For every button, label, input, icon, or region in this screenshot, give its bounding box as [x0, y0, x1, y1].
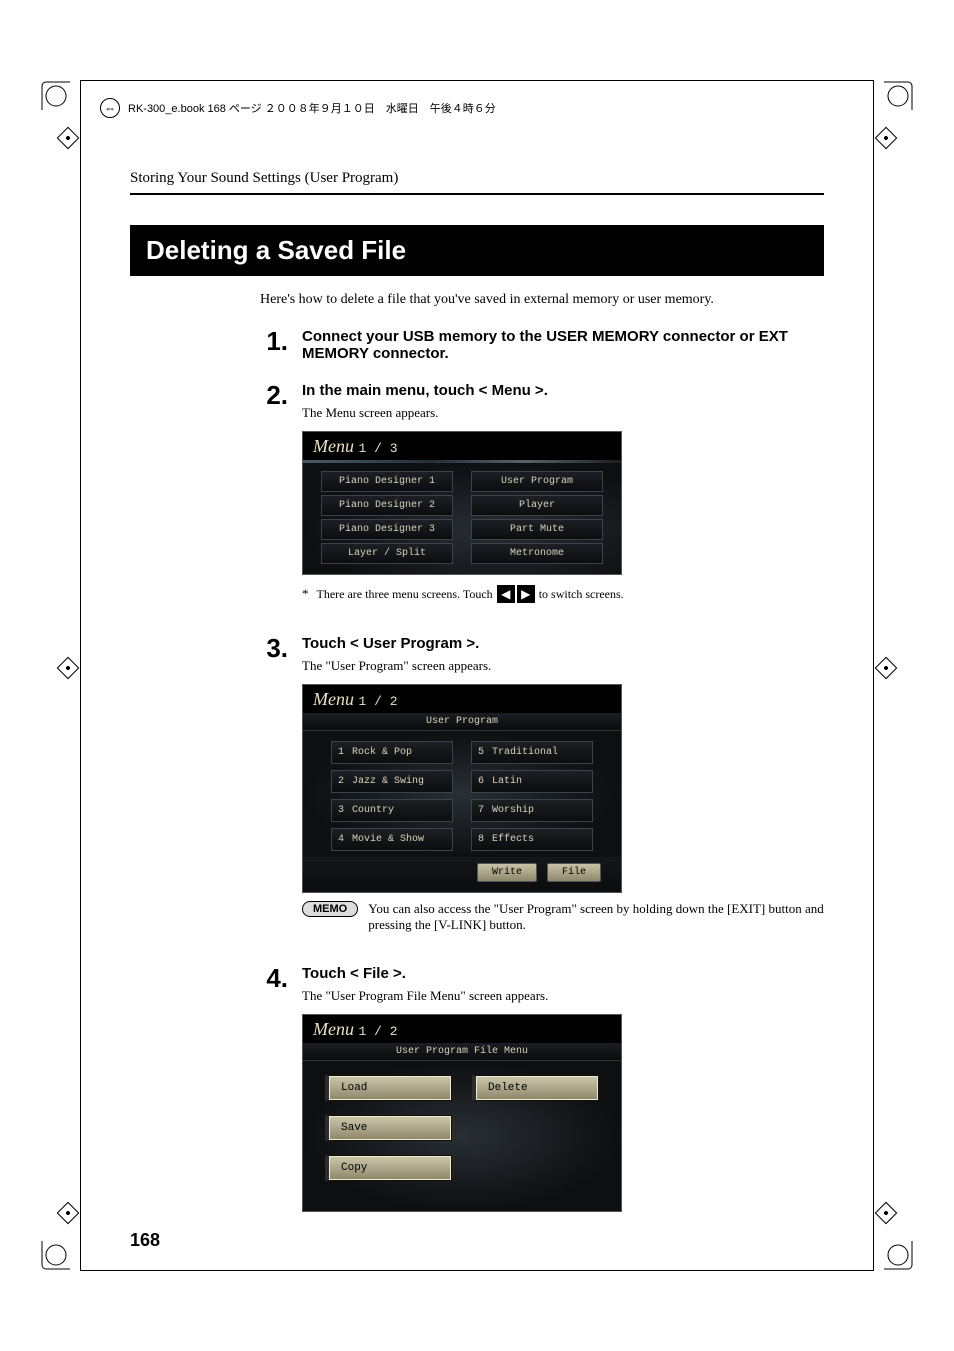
register-mark — [57, 657, 80, 680]
page-number: 168 — [130, 1230, 160, 1251]
step-4: 4. Touch < File >. The "User Program Fil… — [260, 965, 824, 1220]
user-program-header: User Program — [303, 713, 621, 731]
nav-left-icon[interactable]: ◀ — [497, 585, 515, 603]
asterisk: * — [302, 586, 309, 602]
register-mark — [875, 127, 898, 150]
memo-badge: MEMO — [302, 901, 358, 917]
user-program-file-menu-screenshot: Menu 1 / 2 User Program File Menu Load D… — [302, 1014, 622, 1212]
save-button[interactable]: Save — [325, 1115, 452, 1141]
crop-mark-tr — [884, 70, 924, 110]
step-number: 2. — [260, 382, 288, 621]
menu-item-piano-designer-3[interactable]: Piano Designer 3 — [321, 519, 453, 540]
user-program-slot-2[interactable]: 2Jazz & Swing — [331, 770, 453, 793]
memo-text: You can also access the "User Program" s… — [368, 901, 824, 933]
user-program-screenshot: Menu 1 / 2 User Program 1Rock & Pop 5Tra… — [302, 684, 622, 893]
breadcrumb-page: 1 / 2 — [358, 694, 397, 709]
crop-mark-bl — [30, 1241, 70, 1281]
menu-item-layer-split[interactable]: Layer / Split — [321, 543, 453, 564]
step-heading: Connect your USB memory to the USER MEMO… — [302, 328, 824, 362]
user-program-slot-6[interactable]: 6Latin — [471, 770, 593, 793]
menu-item-metronome[interactable]: Metronome — [471, 543, 603, 564]
running-head: Storing Your Sound Settings (User Progra… — [130, 170, 824, 187]
step-text: The "User Program" screen appears. — [302, 658, 824, 674]
breadcrumb-title: Menu — [313, 689, 354, 709]
nav-right-icon[interactable]: ▶ — [517, 585, 535, 603]
breadcrumb-title: Menu — [313, 1019, 354, 1039]
user-program-slot-5[interactable]: 5Traditional — [471, 741, 593, 764]
user-program-slot-7[interactable]: 7Worship — [471, 799, 593, 822]
section-title: Deleting a Saved File — [130, 225, 824, 276]
step-heading: In the main menu, touch < Menu >. — [302, 382, 824, 399]
step-number: 3. — [260, 635, 288, 951]
register-mark — [875, 657, 898, 680]
register-mark — [57, 1202, 80, 1225]
user-program-slot-4[interactable]: 4Movie & Show — [331, 828, 453, 851]
footnote-text-before: There are three menu screens. Touch — [317, 587, 496, 601]
menu-footnote: * There are three menu screens. Touch ◀▶… — [302, 585, 824, 603]
menu-item-piano-designer-1[interactable]: Piano Designer 1 — [321, 471, 453, 492]
menu-item-player[interactable]: Player — [471, 495, 603, 516]
menu-item-user-program[interactable]: User Program — [471, 471, 603, 492]
file-menu-header: User Program File Menu — [303, 1043, 621, 1061]
intro-text: Here's how to delete a file that you've … — [260, 292, 824, 308]
step-text: The Menu screen appears. — [302, 405, 824, 421]
user-program-slot-8[interactable]: 8Effects — [471, 828, 593, 851]
file-button[interactable]: File — [547, 863, 601, 882]
menu-page-indicator: 1 / 3 — [358, 441, 397, 456]
crop-mark-br — [884, 1241, 924, 1281]
user-program-slot-3[interactable]: 3Country — [331, 799, 453, 822]
step-heading: Touch < File >. — [302, 965, 824, 982]
step-1: 1. Connect your USB memory to the USER M… — [260, 328, 824, 368]
step-number: 1. — [260, 328, 288, 368]
menu-title: Menu — [313, 436, 354, 456]
copy-button[interactable]: Copy — [325, 1155, 452, 1181]
step-text: The "User Program File Menu" screen appe… — [302, 988, 824, 1004]
write-button[interactable]: Write — [477, 863, 537, 882]
step-2: 2. In the main menu, touch < Menu >. The… — [260, 382, 824, 621]
load-button[interactable]: Load — [325, 1075, 452, 1101]
menu-screenshot: Menu 1 / 3 Piano Designer 1 User Program… — [302, 431, 622, 575]
menu-item-piano-designer-2[interactable]: Piano Designer 2 — [321, 495, 453, 516]
book-header: ⇔ RK-300_e.book 168 ページ ２００８年９月１０日 水曜日 午… — [100, 98, 854, 118]
user-program-slot-1[interactable]: 1Rock & Pop — [331, 741, 453, 764]
register-mark — [875, 1202, 898, 1225]
step-heading: Touch < User Program >. — [302, 635, 824, 652]
book-header-text: RK-300_e.book 168 ページ ２００８年９月１０日 水曜日 午後４… — [128, 100, 496, 116]
crop-mark-tl — [30, 70, 70, 110]
step-number: 4. — [260, 965, 288, 1220]
register-mark — [57, 127, 80, 150]
memo: MEMO You can also access the "User Progr… — [302, 901, 824, 933]
breadcrumb-page: 1 / 2 — [358, 1024, 397, 1039]
running-head-rule — [130, 193, 824, 195]
delete-button[interactable]: Delete — [472, 1075, 599, 1101]
step-3: 3. Touch < User Program >. The "User Pro… — [260, 635, 824, 951]
footnote-text-after: to switch screens. — [539, 587, 624, 601]
menu-item-part-mute[interactable]: Part Mute — [471, 519, 603, 540]
